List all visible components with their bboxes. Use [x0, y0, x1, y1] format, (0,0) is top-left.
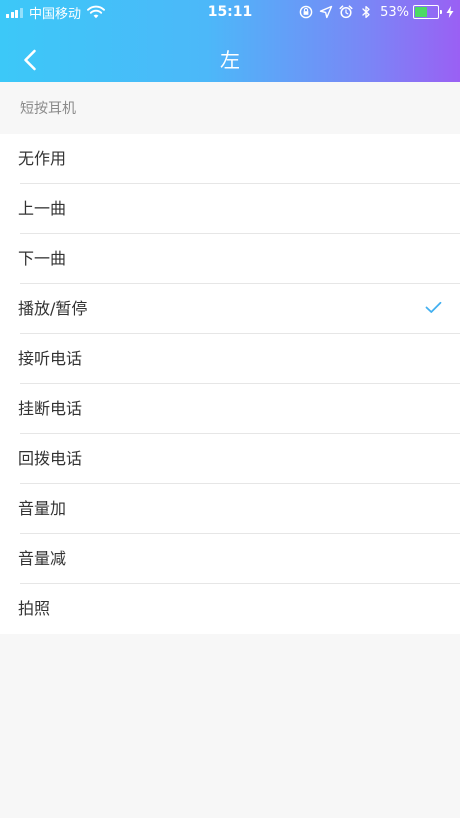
option-label: 播放/暂停 [18, 299, 88, 318]
option-item[interactable]: 拍照 [0, 584, 460, 634]
nav-bar: 左 [0, 38, 460, 82]
battery-icon [413, 5, 439, 19]
status-right: 53% [293, 3, 454, 21]
battery-level [415, 7, 427, 17]
back-button[interactable] [12, 42, 48, 78]
option-label: 音量减 [18, 549, 67, 568]
option-item[interactable]: 接听电话 [0, 334, 460, 384]
option-item[interactable]: 回拨电话 [0, 434, 460, 484]
option-item[interactable]: 音量减 [0, 534, 460, 584]
location-arrow-icon [319, 5, 333, 19]
option-label: 无作用 [18, 149, 67, 168]
option-item[interactable]: 无作用 [0, 134, 460, 184]
option-item[interactable]: 音量加 [0, 484, 460, 534]
chevron-left-icon [24, 49, 36, 71]
option-label: 挂断电话 [18, 399, 83, 418]
header: 中国移动 15:11 53% 左 [0, 0, 460, 82]
option-label: 接听电话 [18, 349, 83, 368]
battery-percent: 53% [380, 4, 409, 20]
page-title: 左 [220, 48, 240, 72]
option-label: 拍照 [18, 599, 51, 618]
status-bar: 中国移动 15:11 53% [0, 0, 460, 24]
option-label: 回拨电话 [18, 449, 83, 468]
option-label: 上一曲 [18, 199, 67, 218]
option-label: 下一曲 [18, 249, 67, 268]
checkmark-icon [425, 301, 442, 313]
battery-cap [440, 10, 442, 14]
alarm-clock-icon [339, 5, 353, 19]
option-list: 无作用 上一曲 下一曲 播放/暂停 接听电话 挂断电话 回拨电话 音量加 音量减… [0, 134, 460, 634]
charging-bolt-icon [446, 6, 454, 18]
option-item[interactable]: 上一曲 [0, 184, 460, 234]
bluetooth-icon [362, 5, 370, 19]
option-item[interactable]: 播放/暂停 [0, 284, 460, 334]
option-item[interactable]: 挂断电话 [0, 384, 460, 434]
section-header: 短按耳机 [20, 101, 76, 117]
rotation-lock-icon [299, 5, 313, 19]
option-item[interactable]: 下一曲 [0, 234, 460, 284]
option-label: 音量加 [18, 499, 67, 518]
